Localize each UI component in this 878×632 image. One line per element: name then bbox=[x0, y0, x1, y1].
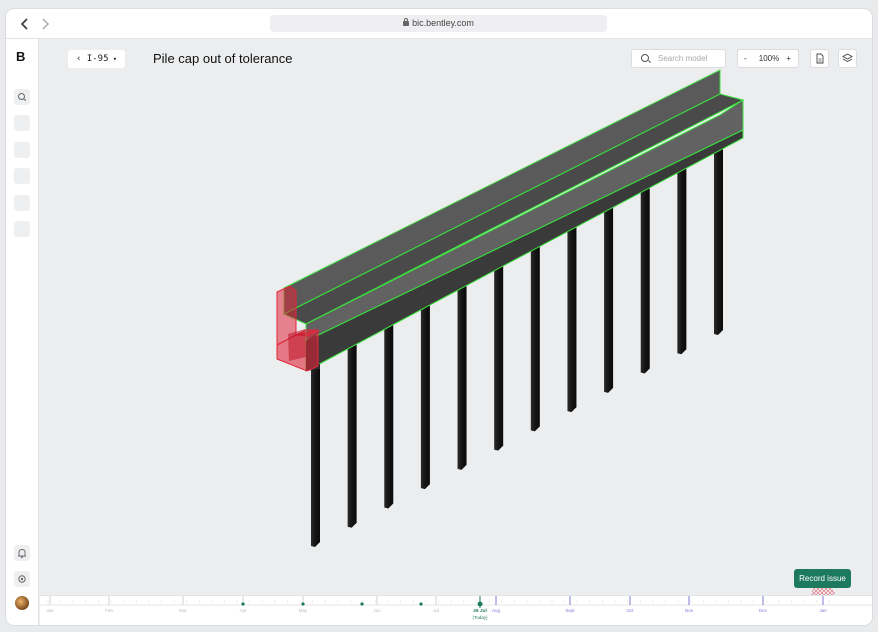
timeline-event-dot bbox=[241, 602, 245, 606]
timeline-month-label: Jan bbox=[46, 608, 54, 613]
chevron-right-icon bbox=[42, 18, 50, 30]
page-title: Pile cap out of tolerance bbox=[153, 51, 293, 66]
gear-icon bbox=[18, 575, 26, 583]
chevron-left-icon: ‹ bbox=[76, 54, 87, 64]
app-window: bic.bentley.com B ‹ I-95 ▾ Pile cap out … bbox=[6, 9, 872, 625]
notifications-button[interactable] bbox=[14, 545, 30, 561]
document-button[interactable] bbox=[810, 49, 829, 68]
pile-cap-step bbox=[282, 93, 745, 325]
model-3d-canvas[interactable] bbox=[40, 39, 872, 595]
pile-3 bbox=[384, 318, 394, 509]
pile-12 bbox=[714, 145, 723, 335]
issue-block-core bbox=[288, 329, 306, 361]
pile-6 bbox=[494, 260, 504, 451]
zoom-level: 100% bbox=[758, 54, 780, 63]
layers-button[interactable] bbox=[838, 49, 857, 68]
project-name: I-95 bbox=[86, 54, 109, 64]
search-model-input[interactable]: Search model bbox=[631, 49, 726, 68]
pile-7 bbox=[530, 241, 540, 432]
chevron-down-icon: ▾ bbox=[108, 55, 117, 63]
record-issue-button[interactable]: Record issue bbox=[794, 569, 851, 588]
avatar[interactable] bbox=[15, 596, 29, 610]
timeline-month-label: Aug bbox=[492, 608, 501, 613]
timeline-month-label: Nov bbox=[685, 608, 694, 613]
timeline-today-dot bbox=[477, 601, 483, 607]
document-icon bbox=[816, 53, 824, 64]
bell-icon bbox=[18, 549, 26, 559]
pile-1 bbox=[311, 357, 320, 547]
app-logo[interactable]: B bbox=[16, 49, 25, 64]
sidebar-item-3[interactable] bbox=[14, 168, 30, 184]
sidebar-item-5[interactable] bbox=[14, 221, 30, 237]
timeline[interactable]: Jan Feb Mar Apr May Jun Jul Aug Sept Oct Nov Dec Jan… bbox=[40, 595, 872, 625]
pile-10 bbox=[640, 183, 650, 374]
pile-9 bbox=[604, 202, 614, 393]
address-bar[interactable]: bic.bentley.com bbox=[270, 15, 607, 32]
settings-button[interactable] bbox=[14, 571, 30, 587]
timeline-month-label: Dec bbox=[759, 608, 768, 613]
timeline-month-label: Sept bbox=[565, 608, 575, 613]
pile-8 bbox=[567, 222, 577, 413]
timeline-month-label: Mar bbox=[179, 608, 187, 613]
lock-icon bbox=[403, 18, 410, 26]
zoom-out-button[interactable]: - bbox=[744, 50, 747, 67]
browser-bar: bic.bentley.com bbox=[6, 9, 872, 39]
timeline-event-dot bbox=[419, 602, 423, 606]
zoom-control: - 100% + bbox=[737, 49, 799, 68]
pile-5 bbox=[457, 279, 467, 470]
sidebar-item-2[interactable] bbox=[14, 142, 30, 158]
sidebar-search-button[interactable] bbox=[14, 89, 30, 105]
search-placeholder: Search model bbox=[658, 54, 708, 63]
sidebar-item-4[interactable] bbox=[14, 195, 30, 211]
sidebar: B bbox=[6, 39, 39, 625]
timeline-month-label: Jul bbox=[433, 608, 439, 613]
timeline-track[interactable]: Jan Feb Mar Apr May Jun Jul Aug Sept Oct Nov Dec Jan… bbox=[40, 596, 872, 625]
sidebar-item-1[interactable] bbox=[14, 115, 30, 131]
forward-button[interactable] bbox=[37, 16, 53, 32]
timeline-month-label: Jan bbox=[819, 608, 827, 613]
timeline-month-label: Oct bbox=[626, 608, 634, 613]
pile-4 bbox=[420, 299, 430, 490]
back-button[interactable] bbox=[17, 16, 33, 32]
pile-11 bbox=[677, 164, 687, 355]
timeline-month-label: Jun bbox=[373, 608, 381, 613]
search-icon bbox=[641, 54, 649, 62]
timeline-month-label: May bbox=[299, 608, 308, 613]
timeline-month-label: Apr bbox=[239, 608, 247, 613]
search-icon bbox=[18, 93, 27, 102]
project-selector[interactable]: ‹ I-95 ▾ bbox=[68, 50, 125, 68]
layers-icon bbox=[842, 53, 853, 63]
timeline-event-dot bbox=[301, 602, 305, 606]
url-text: bic.bentley.com bbox=[412, 18, 474, 28]
timeline-today-sublabel: (Today) bbox=[472, 615, 488, 620]
chevron-left-icon bbox=[20, 18, 28, 30]
zoom-in-button[interactable]: + bbox=[786, 50, 791, 67]
timeline-month-label: Feb bbox=[105, 608, 113, 613]
timeline-today-label: 26 Jul bbox=[473, 608, 487, 614]
pile-2 bbox=[347, 337, 357, 528]
model-viewport[interactable]: ‹ I-95 ▾ Pile cap out of tolerance Searc… bbox=[40, 39, 872, 595]
timeline-event-dot bbox=[360, 602, 364, 606]
